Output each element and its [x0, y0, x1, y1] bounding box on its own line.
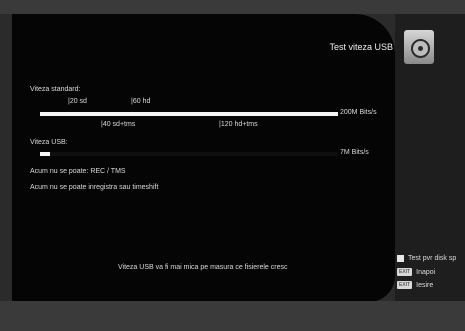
mark-20-sd: |20 sd [68, 98, 87, 105]
white-key-icon [397, 255, 404, 262]
main-panel [12, 14, 395, 302]
footer-note: Viteza USB va fi mai mica pe masura ce f… [118, 264, 288, 271]
disk-icon [411, 39, 430, 58]
standard-speed-bar [40, 112, 338, 116]
legend-back-label: Inapoi [416, 268, 436, 276]
usb-disk-icon [404, 30, 434, 64]
standard-speed-label: Viteza standard: [30, 86, 81, 93]
legend-exit-label: Iesire [416, 281, 434, 289]
legend-test-pvr[interactable]: Test pvr disk sp [397, 255, 456, 262]
status-line-timeshift: Acum nu se poate inregistra sau timeshif… [30, 184, 159, 191]
mark-60-hd: |60 hd [131, 98, 151, 105]
status-line-rec-tms: Acum nu se poate: REC / TMS [30, 168, 126, 175]
legend-back[interactable]: EXIT Inapoi [397, 268, 435, 276]
standard-speed-value: 200M Bits/s [340, 109, 377, 116]
standard-speed-fill [40, 112, 338, 116]
legend-exit[interactable]: EXIT Iesire [397, 281, 433, 289]
usb-speed-value: 7M Bits/s [340, 149, 369, 156]
bottom-frame [0, 301, 465, 331]
usb-speed-bar [40, 152, 338, 156]
exit-key-icon: EXIT [397, 281, 413, 289]
mark-120-hd-tms: |120 hd+tms [219, 121, 258, 128]
top-frame [0, 0, 465, 14]
usb-speed-fill [40, 152, 51, 156]
back-key-icon: EXIT [397, 268, 413, 276]
legend-test-label: Test pvr disk sp [408, 255, 457, 262]
usb-speed-label: Viteza USB: [30, 139, 68, 146]
mark-40-sd-tms: |40 sd+tms [101, 121, 136, 128]
page-title: Test viteza USB [329, 42, 393, 52]
